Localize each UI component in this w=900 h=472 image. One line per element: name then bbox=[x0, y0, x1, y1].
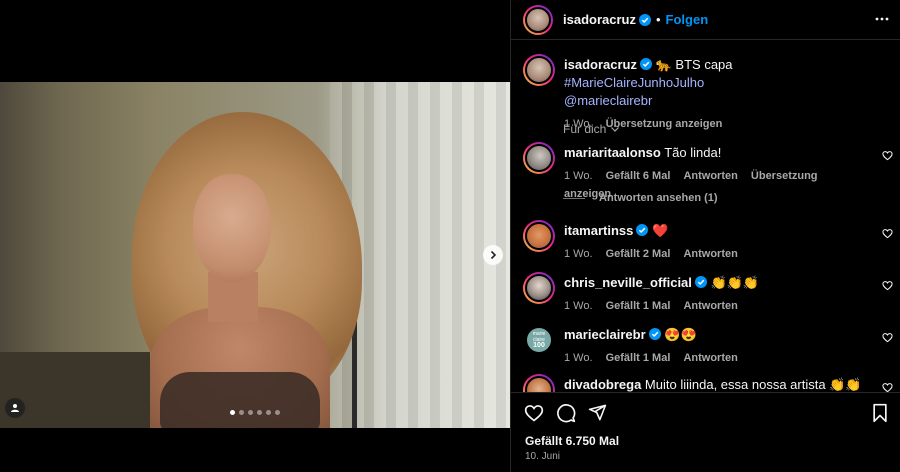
author-username[interactable]: isadoracruz bbox=[563, 12, 636, 27]
heart-icon[interactable] bbox=[882, 150, 893, 161]
post-side-panel: isadoracruz • Folgen isadoracruz 🐆 BTS c… bbox=[510, 0, 900, 472]
comment-avatar[interactable] bbox=[523, 374, 555, 392]
comment-text: ❤️ bbox=[652, 223, 669, 238]
heart-icon[interactable] bbox=[882, 280, 893, 291]
comment-text: 👏👏👏 bbox=[710, 275, 760, 290]
heart-icon[interactable] bbox=[882, 332, 893, 343]
carousel-indicator bbox=[230, 410, 280, 415]
comment-likes[interactable]: Gefällt 1 Mal bbox=[606, 352, 671, 364]
carousel-dot[interactable] bbox=[275, 410, 280, 415]
caption-avatar[interactable] bbox=[523, 54, 555, 86]
comments-list: isadoracruz 🐆 BTS capa #MarieClaireJunho… bbox=[511, 40, 900, 392]
comment-reply-button[interactable]: Antworten bbox=[683, 248, 737, 260]
comment-sort-label: Für dich bbox=[563, 122, 607, 136]
comment-avatar[interactable] bbox=[523, 220, 555, 252]
bookmark-icon[interactable] bbox=[871, 403, 889, 423]
post-action-bar bbox=[511, 392, 900, 432]
follow-button[interactable]: Folgen bbox=[666, 12, 709, 27]
caption-text: BTS capa bbox=[675, 57, 733, 72]
post-likes-count[interactable]: Gefällt 6.750 Mal bbox=[525, 434, 619, 448]
comment-likes[interactable]: Gefällt 6 Mal bbox=[606, 170, 671, 182]
comment-reply-button[interactable]: Antworten bbox=[683, 352, 737, 364]
user-tag-icon bbox=[11, 404, 19, 412]
comment-avatar[interactable]: marie claire 100 bbox=[523, 324, 555, 356]
verified-icon bbox=[636, 224, 649, 236]
carousel-dot[interactable] bbox=[257, 410, 262, 415]
comment-text: Tão linda! bbox=[664, 145, 722, 160]
post-photo[interactable] bbox=[0, 82, 510, 428]
comment-likes[interactable]: Gefällt 1 Mal bbox=[606, 300, 671, 312]
comment-username[interactable]: divadobrega bbox=[564, 377, 641, 392]
caption-username[interactable]: isadoracruz bbox=[564, 57, 637, 72]
comment-username[interactable]: mariaritaalonso bbox=[564, 145, 661, 160]
carousel-dot[interactable] bbox=[248, 410, 253, 415]
carousel-dot[interactable] bbox=[266, 410, 271, 415]
caption-mention[interactable]: @marieclairebr bbox=[564, 93, 652, 108]
caption-hashtag[interactable]: #MarieClaireJunhoJulho bbox=[564, 75, 704, 90]
comment-icon[interactable] bbox=[556, 403, 576, 423]
comment-reply-button[interactable]: Antworten bbox=[683, 170, 737, 182]
comment-sort-dropdown[interactable]: Für dich bbox=[563, 122, 620, 136]
comment-username[interactable]: itamartinss bbox=[564, 223, 633, 238]
marieclaire-logo-line3: 100 bbox=[533, 342, 545, 349]
view-replies-label: Antworten ansehen (1) bbox=[599, 192, 718, 204]
header-separator: • bbox=[655, 12, 661, 27]
photo-subject-face bbox=[193, 174, 271, 282]
comment-time[interactable]: 1 Wo. bbox=[564, 170, 593, 182]
verified-icon bbox=[639, 58, 652, 70]
more-icon[interactable] bbox=[875, 12, 889, 26]
carousel-dot[interactable] bbox=[230, 410, 235, 415]
verified-icon bbox=[638, 13, 651, 26]
photo-furniture bbox=[0, 352, 150, 428]
comment-time[interactable]: 1 Wo. bbox=[564, 300, 593, 312]
carousel-dot[interactable] bbox=[239, 410, 244, 415]
verified-icon bbox=[648, 328, 661, 340]
caption-emoji: 🐆 bbox=[655, 57, 672, 72]
comment-time[interactable]: 1 Wo. bbox=[564, 248, 593, 260]
instagram-post-view: isadoracruz • Folgen isadoracruz 🐆 BTS c… bbox=[0, 0, 900, 472]
comment-username[interactable]: chris_neville_official bbox=[564, 275, 692, 290]
replies-divider bbox=[563, 197, 585, 199]
comment-avatar[interactable] bbox=[523, 142, 555, 174]
tagged-users-button[interactable] bbox=[5, 398, 25, 418]
post-date[interactable]: 10. Juni bbox=[525, 451, 560, 462]
share-icon[interactable] bbox=[588, 403, 607, 422]
media-pane bbox=[0, 0, 510, 472]
heart-icon[interactable] bbox=[882, 228, 893, 239]
heart-icon[interactable] bbox=[524, 403, 544, 423]
heart-icon[interactable] bbox=[882, 382, 893, 392]
caption-translate-link[interactable]: Übersetzung anzeigen bbox=[606, 118, 723, 130]
view-replies-button[interactable]: Antworten ansehen (1) bbox=[563, 192, 718, 204]
photo-subject-garment bbox=[160, 372, 320, 428]
comment-avatar[interactable] bbox=[523, 272, 555, 304]
carousel-next-button[interactable] bbox=[483, 245, 503, 265]
comment-text: 😍😍 bbox=[664, 327, 697, 342]
comment-time[interactable]: 1 Wo. bbox=[564, 352, 593, 364]
comment-likes[interactable]: Gefällt 2 Mal bbox=[606, 248, 671, 260]
comment-username[interactable]: marieclairebr bbox=[564, 327, 646, 342]
verified-icon bbox=[694, 276, 707, 288]
chevron-right-icon bbox=[490, 250, 497, 260]
chevron-down-icon bbox=[611, 127, 620, 132]
post-header: isadoracruz • Folgen bbox=[511, 0, 900, 40]
comment-reply-button[interactable]: Antworten bbox=[683, 300, 737, 312]
author-avatar[interactable] bbox=[523, 4, 553, 35]
